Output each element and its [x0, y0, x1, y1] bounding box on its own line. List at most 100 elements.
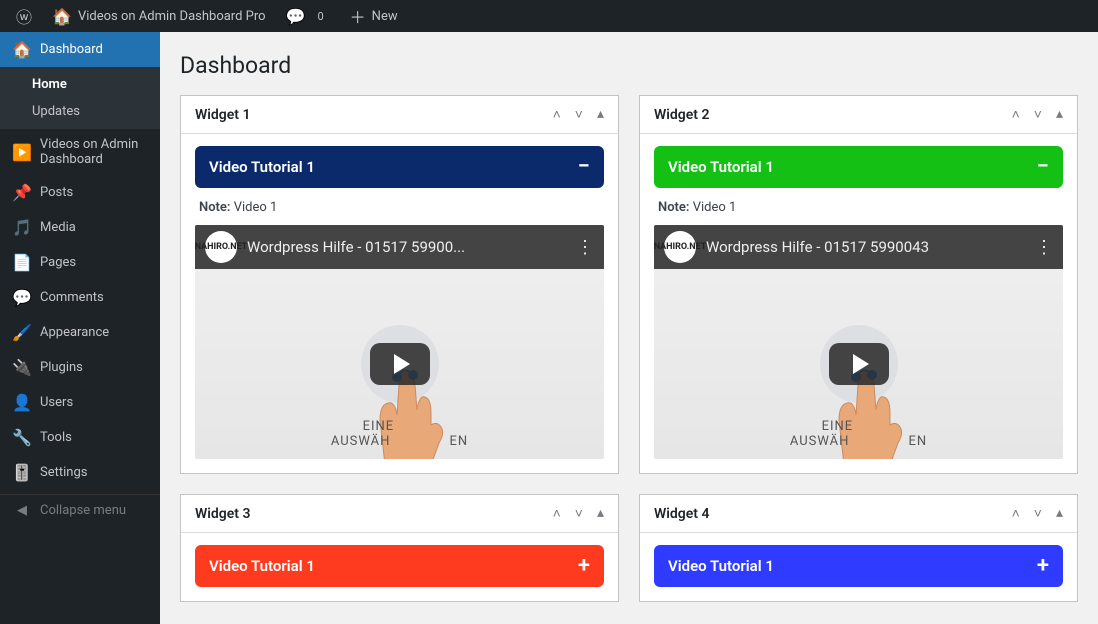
sidebar-label: Dashboard	[40, 42, 103, 57]
sidebar-item-videos[interactable]: ▶️ Videos on Admin Dashboard	[0, 129, 160, 175]
sidebar-collapse-label: Collapse menu	[40, 503, 126, 518]
sidebar-item-posts[interactable]: 📌 Posts	[0, 175, 160, 210]
sidebar-label: Tools	[40, 430, 72, 445]
tutorial-bar[interactable]: Video Tutorial 1 −	[654, 146, 1063, 188]
more-icon[interactable]: ⋮	[576, 237, 594, 258]
tutorial-note: Note: Video 1	[199, 200, 600, 215]
page-icon: 📄	[12, 253, 32, 272]
page-title: Dashboard	[180, 52, 1078, 79]
channel-avatar[interactable]: NAHIRO.NET	[664, 231, 696, 263]
tutorial-bar[interactable]: Video Tutorial 1 −	[195, 146, 604, 188]
sidebar-item-pages[interactable]: 📄 Pages	[0, 245, 160, 280]
video-title[interactable]: Wordpress Hilfe - 01517 59900...	[247, 238, 566, 256]
sidebar-item-plugins[interactable]: 🔌 Plugins	[0, 350, 160, 385]
widget-title: Widget 1	[195, 107, 251, 123]
sidebar-subitem-updates[interactable]: Updates	[0, 98, 160, 125]
sidebar-item-media[interactable]: 🎵 Media	[0, 210, 160, 245]
chevron-up-icon[interactable]: ˄	[553, 106, 561, 123]
widget: Widget 4 ˄ ˅ ▴ Video Tutorial 1 +	[639, 494, 1078, 602]
toggle-icon[interactable]: ▴	[1056, 106, 1063, 123]
widget-controls: ˄ ˅ ▴	[553, 505, 604, 522]
sidebar-label: Videos on Admin Dashboard	[40, 137, 148, 167]
toolbar-new-label: New	[372, 9, 398, 24]
toggle-icon[interactable]: ▴	[1056, 505, 1063, 522]
home-icon: 🏠	[52, 7, 72, 26]
widget: Widget 1 ˄ ˅ ▴ Video Tutorial 1 − Note: Video …	[180, 95, 619, 474]
admin-sidebar: 🏠 Dashboard Home Updates ▶️ Videos on Ad…	[0, 32, 160, 624]
chevron-down-icon[interactable]: ˅	[1034, 106, 1042, 123]
video-embed: NAHIRO.NET Wordpress Hilfe - 01517 59900.…	[195, 225, 604, 459]
collapse-icon[interactable]: −	[578, 156, 590, 178]
sidebar-label: Users	[40, 395, 73, 410]
stage-caption: EINE AUSWÄH EN	[654, 419, 1063, 449]
widget-body: Video Tutorial 1 − Note: Video 1 NAHIRO.NET…	[181, 134, 618, 473]
chevron-down-icon[interactable]: ˅	[575, 106, 583, 123]
dashboard-icon: 🏠	[12, 40, 32, 59]
plus-icon: ＋	[350, 4, 366, 28]
comment-icon: 💬	[286, 7, 306, 26]
widget-controls: ˄ ˅ ▴	[553, 106, 604, 123]
sidebar-label: Settings	[40, 465, 87, 480]
widget-header: Widget 1 ˄ ˅ ▴	[181, 96, 618, 134]
plug-icon: 🔌	[12, 358, 32, 377]
toolbar-wp-logo[interactable]: ⓦ	[8, 0, 40, 32]
widget: Widget 3˄˅▴Video Tutorial 1+	[180, 494, 619, 602]
video-top-bar: NAHIRO.NET Wordpress Hilfe - 01517 59900.…	[195, 225, 604, 269]
chevron-up-icon[interactable]: ˄	[553, 505, 561, 522]
tutorial-bar[interactable]: Video Tutorial 1+	[195, 545, 604, 587]
more-icon[interactable]: ⋮	[1035, 237, 1053, 258]
user-icon: 👤	[12, 393, 32, 412]
wordpress-icon: ⓦ	[16, 4, 32, 28]
collapse-icon[interactable]: −	[1037, 156, 1049, 178]
toggle-icon[interactable]: ▴	[597, 505, 604, 522]
sidebar-label: Comments	[40, 290, 104, 305]
widget-body: Video Tutorial 1+	[181, 533, 618, 601]
sidebar-item-dashboard[interactable]: 🏠 Dashboard	[0, 32, 160, 67]
sidebar-item-comments[interactable]: 💬 Comments	[0, 280, 160, 315]
video-icon: ▶️	[12, 143, 32, 162]
widget-title: Widget 4	[654, 506, 710, 522]
tutorial-bar[interactable]: Video Tutorial 1 +	[654, 545, 1063, 587]
play-button[interactable]	[829, 343, 889, 385]
toolbar-new[interactable]: ＋ New	[342, 0, 406, 32]
video-title[interactable]: Wordpress Hilfe - 01517 5990043	[706, 238, 1025, 256]
admin-toolbar: ⓦ 🏠 Videos on Admin Dashboard Pro 💬 0 ＋ …	[0, 0, 1098, 32]
widget-controls: ˄ ˅ ▴	[1012, 505, 1063, 522]
sidebar-submenu-dashboard: Home Updates	[0, 67, 160, 129]
comment-icon: 💬	[12, 288, 32, 307]
widget: Widget 2˄˅▴Video Tutorial 1−Note: Video …	[639, 95, 1078, 474]
video-stage[interactable]: EINE AUSWÄH EN	[195, 269, 604, 459]
widget-body: Video Tutorial 1−Note: Video 1NAHIRO.NET…	[640, 134, 1077, 473]
sliders-icon: 🎚️	[12, 463, 32, 482]
video-stage[interactable]: EINE AUSWÄH EN	[654, 269, 1063, 459]
toolbar-comments-count: 0	[311, 9, 329, 24]
widget-title: Widget 2	[654, 107, 710, 123]
chevron-up-icon[interactable]: ˄	[1012, 505, 1020, 522]
sidebar-item-appearance[interactable]: 🖌️ Appearance	[0, 315, 160, 350]
chevron-up-icon[interactable]: ˄	[1012, 106, 1020, 123]
chevron-down-icon[interactable]: ˅	[1034, 505, 1042, 522]
expand-icon[interactable]: +	[578, 555, 590, 577]
sidebar-item-settings[interactable]: 🎚️ Settings	[0, 455, 160, 490]
sidebar-label: Pages	[40, 255, 76, 270]
sidebar-collapse[interactable]: ◀ Collapse menu	[0, 494, 160, 526]
toolbar-comments[interactable]: 💬 0	[278, 0, 338, 32]
channel-avatar[interactable]: NAHIRO.NET	[205, 231, 237, 263]
wrench-icon: 🔧	[12, 428, 32, 447]
toolbar-site-link[interactable]: 🏠 Videos on Admin Dashboard Pro	[44, 0, 274, 32]
toggle-icon[interactable]: ▴	[597, 106, 604, 123]
sidebar-label: Posts	[40, 185, 73, 200]
chevron-down-icon[interactable]: ˅	[575, 505, 583, 522]
widget-header: Widget 3˄˅▴	[181, 495, 618, 533]
expand-icon[interactable]: +	[1037, 555, 1049, 577]
play-button[interactable]	[370, 343, 430, 385]
tutorial-label: Video Tutorial 1	[668, 557, 774, 575]
tutorial-label: Video Tutorial 1	[209, 158, 315, 176]
tutorial-label: Video Tutorial 1	[668, 158, 774, 176]
sidebar-item-tools[interactable]: 🔧 Tools	[0, 420, 160, 455]
sidebar-item-users[interactable]: 👤 Users	[0, 385, 160, 420]
sidebar-subitem-home[interactable]: Home	[0, 71, 160, 98]
sidebar-label: Plugins	[40, 360, 83, 375]
widget-header: Widget 2 ˄ ˅ ▴	[640, 96, 1077, 134]
sidebar-label: Media	[40, 220, 76, 235]
